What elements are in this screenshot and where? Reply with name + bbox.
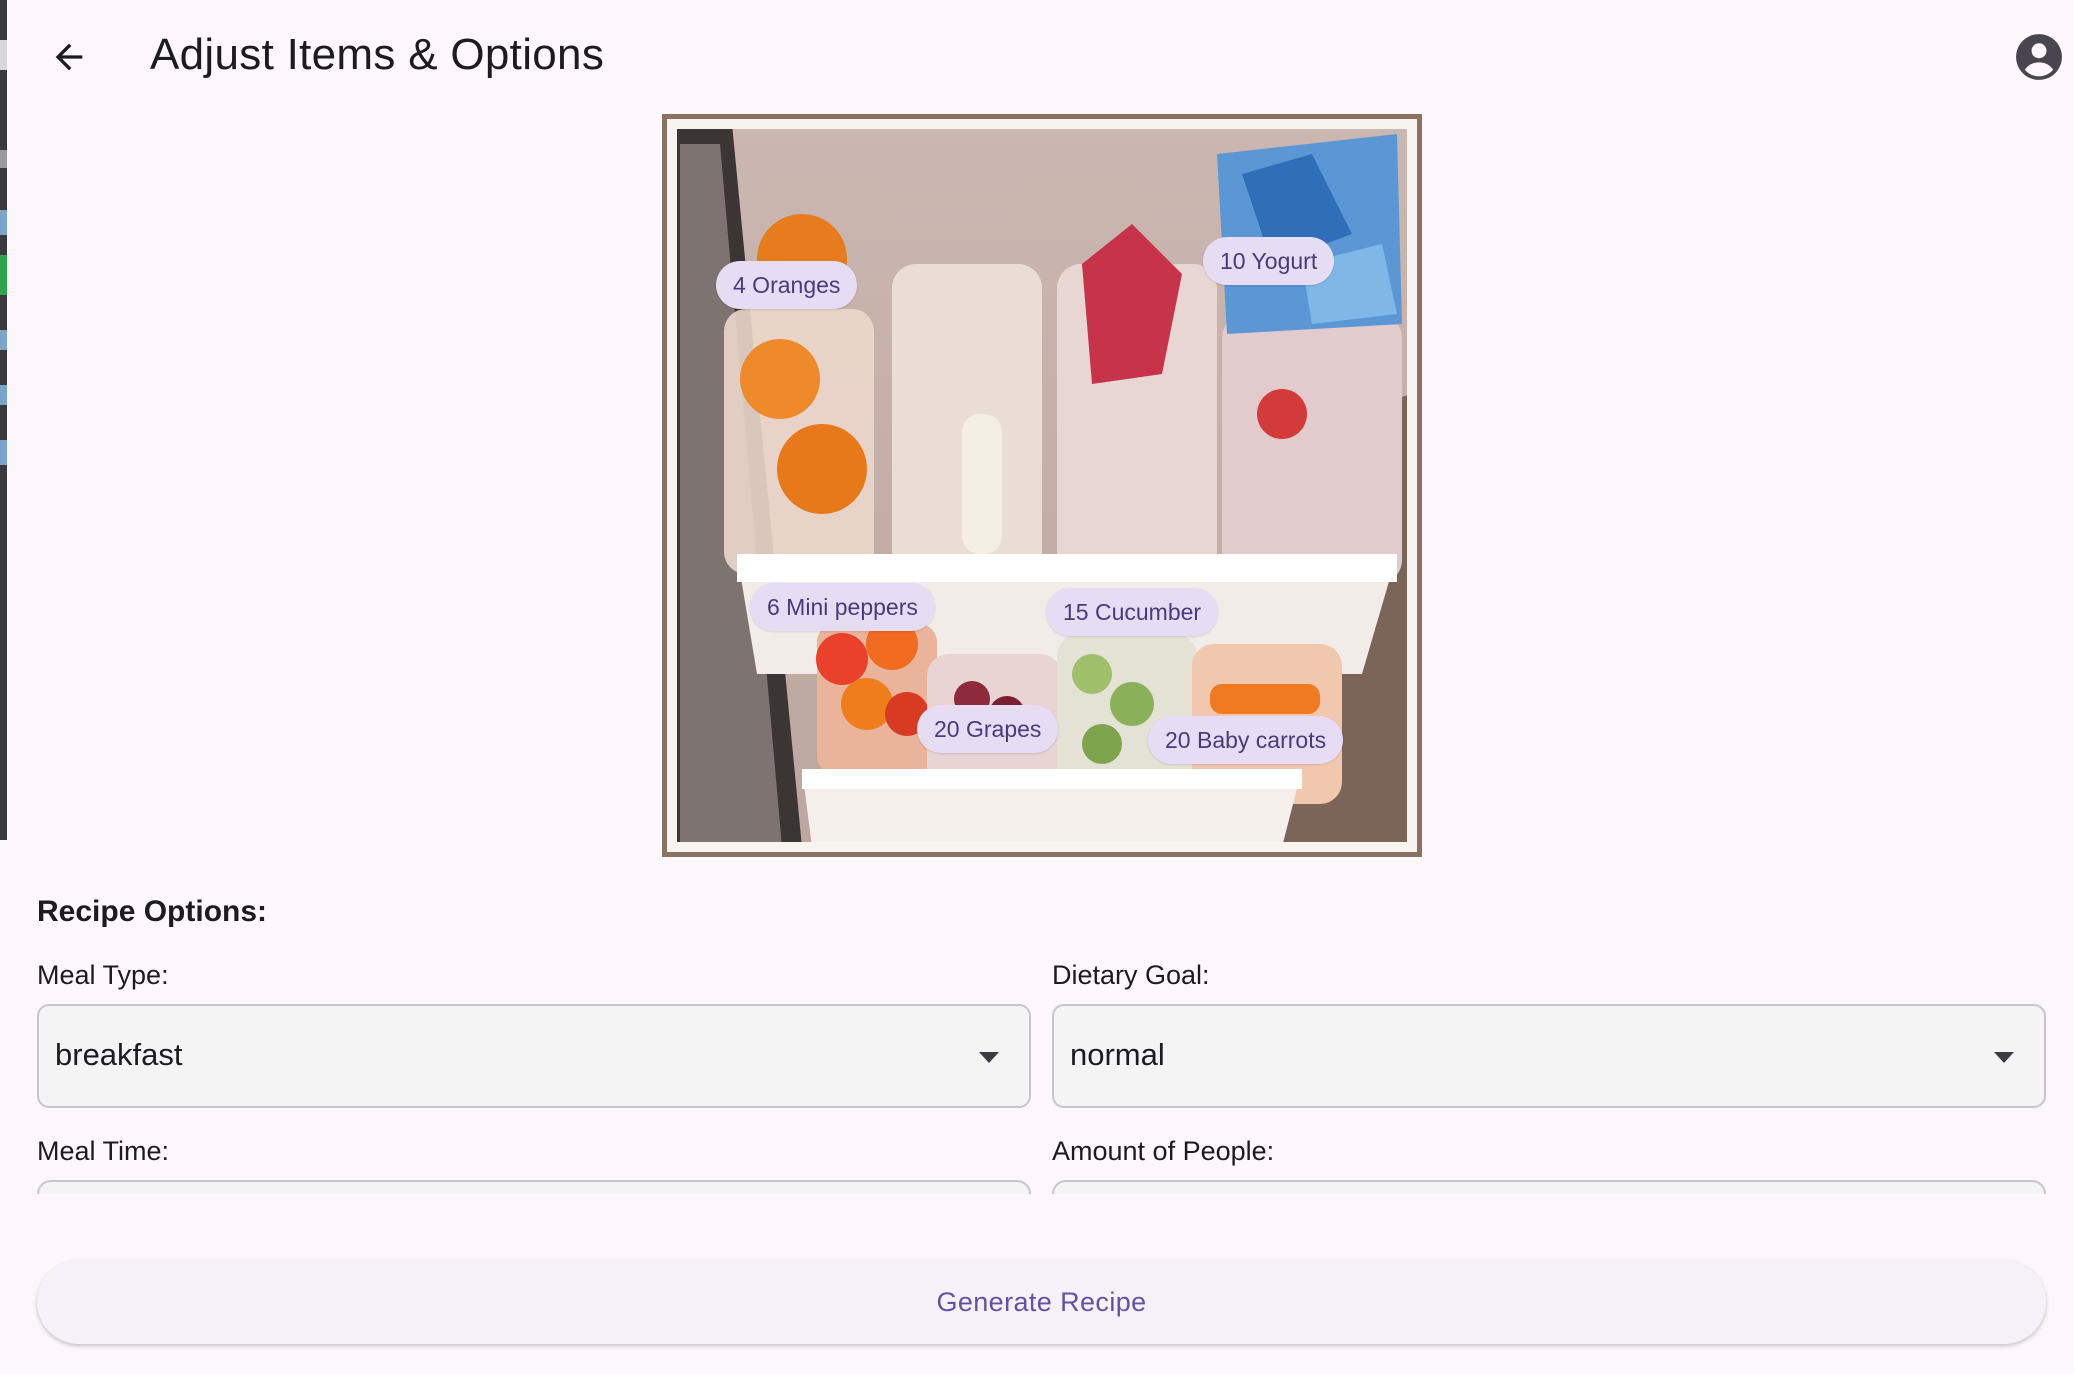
amount-of-people-label: Amount of People: <box>1052 1136 1275 1166</box>
page-title: Adjust Items & Options <box>150 30 605 79</box>
dietary-goal-label: Dietary Goal: <box>1052 960 1210 990</box>
window-edge <box>0 0 7 840</box>
item-chip[interactable]: 20 Grapes <box>917 705 1059 753</box>
generate-recipe-label: Generate Recipe <box>936 1286 1147 1317</box>
meal-type-label: Meal Type: <box>37 960 169 990</box>
item-chip[interactable]: 15 Cucumber <box>1046 588 1219 636</box>
meal-time-select[interactable] <box>37 1180 1031 1194</box>
app-bar: Adjust Items & Options <box>7 0 2074 114</box>
account-circle-icon <box>2016 34 2062 80</box>
account-button[interactable] <box>2014 32 2064 82</box>
dietary-goal-value: normal <box>1070 1037 1165 1072</box>
amount-of-people-select[interactable] <box>1052 1180 2046 1194</box>
scroll-clip <box>0 1180 2074 1194</box>
recipe-options-heading: Recipe Options: <box>37 895 268 928</box>
fridge-photo: 4 Oranges 10 Yogurt 6 Mini peppers 15 Cu… <box>662 114 1422 857</box>
item-chip[interactable]: 4 Oranges <box>716 261 858 309</box>
dropdown-arrow-icon <box>979 1052 999 1063</box>
meal-type-value: breakfast <box>55 1037 183 1072</box>
meal-type-select[interactable]: breakfast <box>37 1004 1031 1108</box>
item-chip[interactable]: 10 Yogurt <box>1203 237 1335 285</box>
generate-recipe-button[interactable]: Generate Recipe <box>37 1260 2046 1344</box>
back-button[interactable] <box>37 25 101 89</box>
item-chip[interactable]: 6 Mini peppers <box>750 583 935 631</box>
dietary-goal-select[interactable]: normal <box>1052 1004 2046 1108</box>
dropdown-arrow-icon <box>1994 1052 2014 1063</box>
arrow-back-icon <box>55 43 83 71</box>
meal-time-label: Meal Time: <box>37 1136 170 1166</box>
item-chip[interactable]: 20 Baby carrots <box>1148 716 1344 764</box>
